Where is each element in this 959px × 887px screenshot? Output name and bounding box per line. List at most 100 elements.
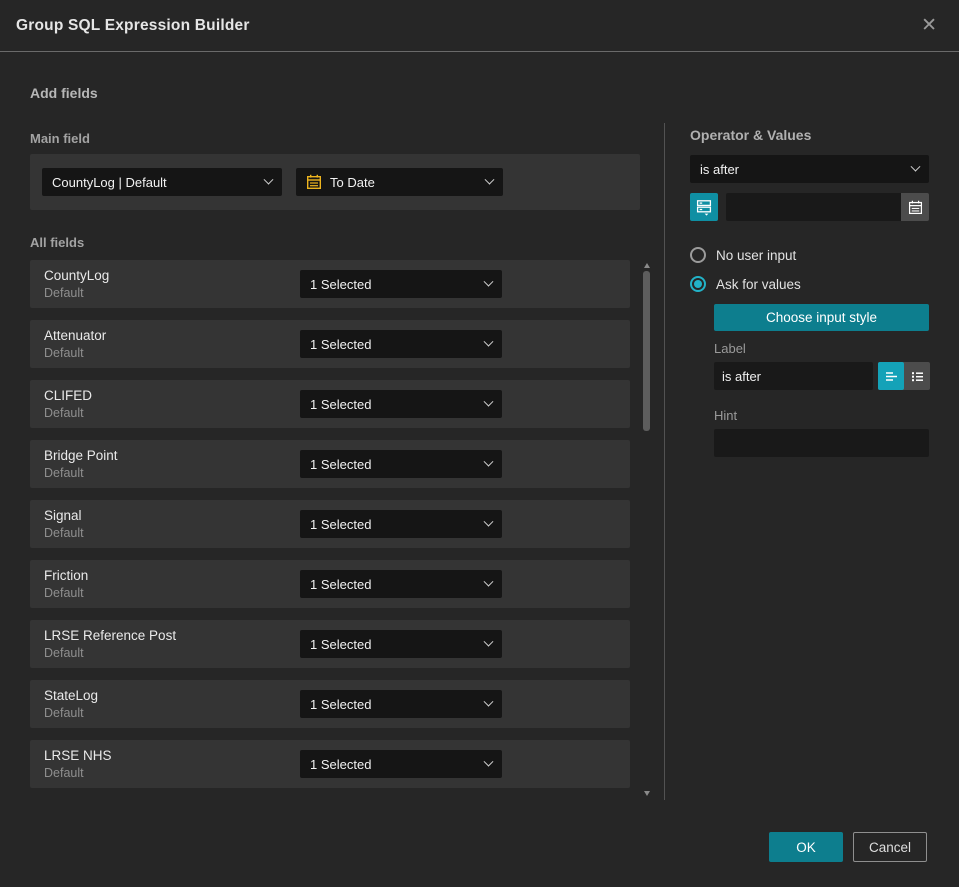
fields-column: Main field CountyLog | Default To Date A…: [30, 127, 650, 788]
field-values-dropdown-value: 1 Selected: [310, 396, 372, 412]
scroll-down-icon[interactable]: [644, 791, 650, 796]
label-row: [714, 362, 930, 390]
field-row: CountyLog Default 1 Selected: [30, 260, 630, 308]
field-texts: StateLog Default: [44, 688, 300, 720]
value-row: [690, 193, 929, 221]
main-field-dropdown[interactable]: CountyLog | Default: [42, 168, 282, 196]
scroll-up-icon[interactable]: [644, 263, 650, 268]
all-fields-list: CountyLog Default 1 Selected Attenuator …: [30, 260, 630, 788]
align-left-icon: [884, 369, 899, 384]
chevron-down-icon: [483, 336, 494, 347]
field-texts: Signal Default: [44, 508, 300, 540]
scrollbar-thumb[interactable]: [643, 271, 650, 431]
operator-dropdown[interactable]: is after: [690, 155, 929, 183]
calendar-icon: [908, 200, 923, 215]
field-texts: Attenuator Default: [44, 328, 300, 360]
value-source-button[interactable]: [690, 193, 718, 221]
date-type-dropdown-value: To Date: [330, 174, 375, 190]
value-source-icon: [696, 199, 712, 216]
choose-input-style-button[interactable]: Choose input style: [714, 304, 929, 331]
field-subtitle: Default: [44, 526, 84, 540]
field-name: CountyLog: [44, 268, 110, 283]
field-subtitle: Default: [44, 346, 84, 360]
dialog-title: Group SQL Expression Builder: [16, 16, 250, 34]
chevron-down-icon: [483, 756, 494, 767]
field-texts: LRSE NHS Default: [44, 748, 300, 780]
field-texts: LRSE Reference Post Default: [44, 628, 300, 660]
field-name: Bridge Point: [44, 448, 118, 463]
field-values-dropdown[interactable]: 1 Selected: [300, 390, 502, 418]
chevron-down-icon: [483, 516, 494, 527]
radio-no-user-input[interactable]: No user input: [690, 247, 929, 263]
chevron-down-icon: [910, 161, 921, 172]
main-field-dropdown-value: CountyLog | Default: [52, 174, 167, 190]
field-values-dropdown[interactable]: 1 Selected: [300, 630, 502, 658]
value-input-group: [726, 193, 929, 221]
field-texts: Friction Default: [44, 568, 300, 600]
field-name: Friction: [44, 568, 89, 583]
field-values-dropdown[interactable]: 1 Selected: [300, 450, 502, 478]
all-fields-label: All fields: [30, 235, 85, 250]
operator-values-panel: Operator & Values is after No user input…: [690, 127, 930, 788]
field-name: LRSE NHS: [44, 748, 112, 763]
field-values-dropdown[interactable]: 1 Selected: [300, 510, 502, 538]
field-values-dropdown[interactable]: 1 Selected: [300, 330, 502, 358]
cancel-button[interactable]: Cancel: [853, 832, 927, 862]
radio-selected-icon: [690, 276, 706, 292]
group-sql-expression-builder-dialog: Group SQL Expression Builder ✕ Add field…: [0, 0, 959, 887]
main-field-label: Main field: [30, 131, 90, 146]
field-row: CLIFED Default 1 Selected: [30, 380, 630, 428]
value-calendar-button[interactable]: [901, 193, 929, 221]
field-subtitle: Default: [44, 286, 84, 300]
field-name: Signal: [44, 508, 82, 523]
operator-values-heading: Operator & Values: [690, 127, 812, 143]
field-values-dropdown[interactable]: 1 Selected: [300, 570, 502, 598]
field-values-dropdown[interactable]: 1 Selected: [300, 690, 502, 718]
fields-list-scrollbar: [643, 263, 651, 796]
field-values-dropdown-value: 1 Selected: [310, 516, 372, 532]
field-values-dropdown-value: 1 Selected: [310, 276, 372, 292]
hint-field-label: Hint: [714, 408, 738, 423]
field-values-dropdown-value: 1 Selected: [310, 756, 372, 772]
list-style-button[interactable]: [904, 362, 930, 390]
input-style-toggle: [878, 362, 930, 390]
field-row: Signal Default 1 Selected: [30, 500, 630, 548]
value-input[interactable]: [726, 193, 901, 221]
label-field-label: Label: [714, 341, 746, 356]
field-subtitle: Default: [44, 586, 84, 600]
field-subtitle: Default: [44, 406, 84, 420]
field-subtitle: Default: [44, 766, 84, 780]
field-name: Attenuator: [44, 328, 107, 343]
add-fields-heading: Add fields: [30, 85, 98, 101]
field-values-dropdown-value: 1 Selected: [310, 696, 372, 712]
field-row: LRSE Reference Post Default 1 Selected: [30, 620, 630, 668]
field-subtitle: Default: [44, 706, 84, 720]
field-row: LRSE NHS Default 1 Selected: [30, 740, 630, 788]
chevron-down-icon: [484, 174, 495, 185]
field-texts: CountyLog Default: [44, 268, 300, 300]
panel-divider: [664, 123, 665, 800]
field-name: CLIFED: [44, 388, 93, 403]
calendar-icon: [306, 174, 322, 190]
chevron-down-icon: [263, 174, 274, 185]
hint-input[interactable]: [714, 429, 929, 457]
single-line-style-button[interactable]: [878, 362, 904, 390]
close-icon[interactable]: ✕: [917, 14, 941, 37]
field-texts: CLIFED Default: [44, 388, 300, 420]
field-name: LRSE Reference Post: [44, 628, 177, 643]
field-values-dropdown-value: 1 Selected: [310, 576, 372, 592]
radio-unselected-icon: [690, 247, 706, 263]
list-icon: [910, 369, 925, 384]
field-name: StateLog: [44, 688, 99, 703]
ask-for-values-options: Choose input style Label is after Hint: [714, 292, 930, 457]
chevron-down-icon: [483, 456, 494, 467]
label-input[interactable]: [714, 362, 873, 390]
ok-button[interactable]: OK: [769, 832, 843, 862]
main-area: Main field CountyLog | Default To Date A…: [30, 127, 930, 788]
field-values-dropdown[interactable]: 1 Selected: [300, 270, 502, 298]
date-type-dropdown[interactable]: To Date: [296, 168, 503, 196]
field-values-dropdown[interactable]: 1 Selected: [300, 750, 502, 778]
radio-ask-for-values[interactable]: Ask for values: [690, 276, 929, 292]
chevron-down-icon: [483, 576, 494, 587]
field-row: StateLog Default 1 Selected: [30, 680, 630, 728]
